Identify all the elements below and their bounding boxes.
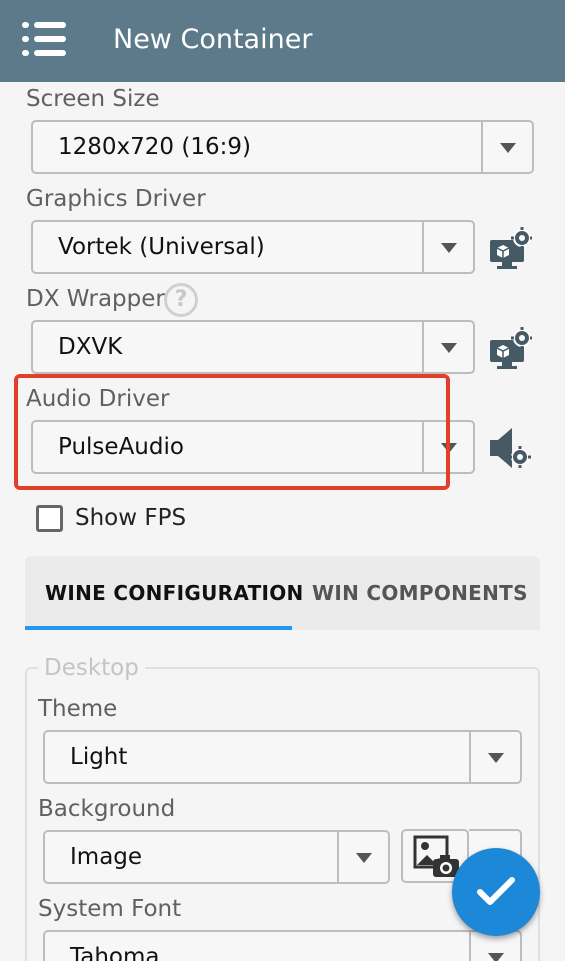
screen-size-value: 1280x720 (16:9) [58, 134, 251, 160]
active-tab-indicator [25, 626, 292, 630]
graphics-driver-label: Graphics Driver [26, 186, 206, 212]
background-select[interactable]: Image [43, 830, 390, 884]
desktop-legend: Desktop [38, 654, 145, 682]
display-settings-icon[interactable] [488, 226, 532, 270]
screen-size-label: Screen Size [26, 86, 160, 112]
select-divider [469, 732, 471, 782]
theme-select[interactable]: Light [43, 730, 522, 784]
background-label: Background [38, 796, 176, 822]
tab-wine-configuration[interactable]: WINE CONFIGURATION [45, 580, 304, 606]
graphics-driver-select[interactable]: Vortek (Universal) [31, 220, 475, 274]
page-title: New Container [113, 24, 313, 55]
select-divider [422, 322, 424, 372]
confirm-fab-button[interactable] [452, 848, 540, 936]
select-divider [469, 932, 471, 961]
help-icon[interactable]: ? [164, 283, 198, 317]
audio-driver-highlight [14, 374, 450, 490]
speaker-settings-icon[interactable] [488, 426, 532, 470]
select-divider [422, 222, 424, 272]
show-fps-checkbox[interactable] [36, 505, 63, 532]
display-settings-icon[interactable] [488, 326, 532, 370]
image-picker-icon [413, 835, 459, 877]
hamburger-menu-icon[interactable] [22, 22, 66, 56]
chevron-down-icon [356, 853, 372, 863]
dx-wrapper-value: DXVK [58, 334, 123, 360]
chevron-down-icon [441, 343, 457, 353]
system-font-label: System Font [38, 896, 182, 922]
dx-wrapper-label: DX Wrapper [26, 286, 165, 312]
screen-size-select[interactable]: 1280x720 (16:9) [31, 120, 534, 174]
theme-label: Theme [38, 696, 118, 722]
select-divider [337, 832, 339, 882]
theme-value: Light [70, 744, 128, 770]
background-value: Image [70, 844, 143, 870]
system-font-value: Tahoma [70, 944, 160, 961]
chevron-down-icon [441, 243, 457, 253]
dx-wrapper-select[interactable]: DXVK [31, 320, 475, 374]
app-bar: New Container [0, 0, 565, 82]
tab-bar: WINE CONFIGURATION WIN COMPONENTS [25, 556, 540, 630]
graphics-driver-value: Vortek (Universal) [58, 234, 265, 260]
tab-win-components[interactable]: WIN COMPONENTS [312, 580, 528, 606]
checkmark-icon [477, 877, 515, 905]
show-fps-label: Show FPS [75, 505, 187, 531]
select-divider [481, 122, 483, 172]
chevron-down-icon [488, 753, 504, 763]
chevron-down-icon [488, 953, 504, 961]
chevron-down-icon [500, 143, 516, 153]
system-font-select[interactable]: Tahoma [43, 930, 522, 961]
